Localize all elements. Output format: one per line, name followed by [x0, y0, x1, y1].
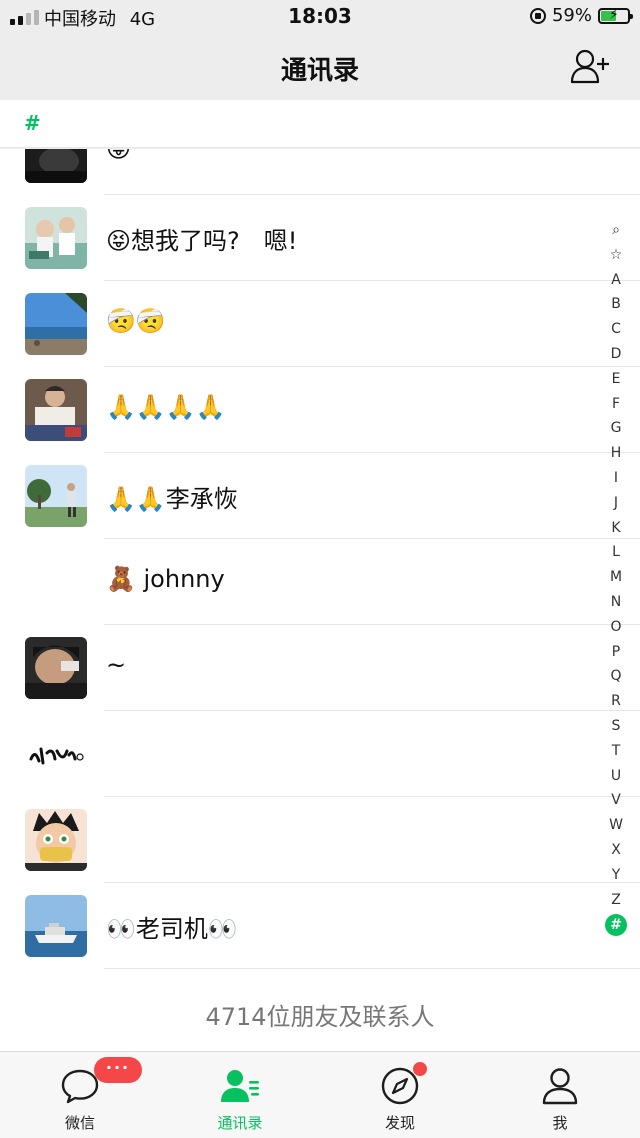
- index-letter[interactable]: X: [604, 838, 628, 863]
- unread-badge: ···: [94, 1057, 142, 1083]
- index-letter[interactable]: N: [604, 590, 628, 615]
- index-letter[interactable]: R: [604, 689, 628, 714]
- notification-dot: [413, 1062, 427, 1076]
- tab-label: 发现: [384, 1114, 415, 1132]
- tab-discover[interactable]: 发现: [320, 1052, 480, 1138]
- tab-bar: ··· 微信 通讯录 发现 我: [0, 1051, 640, 1138]
- contact-row[interactable]: 🙏🙏李承恢: [0, 453, 640, 539]
- contact-row[interactable]: 😝: [0, 149, 640, 195]
- avatar: [25, 723, 87, 785]
- index-letter[interactable]: U: [604, 764, 628, 789]
- contact-name: 🙏🙏🙏🙏: [106, 393, 226, 421]
- contact-row[interactable]: [0, 797, 640, 883]
- index-letter[interactable]: W: [604, 813, 628, 838]
- avatar: [25, 465, 87, 527]
- section-header: #: [0, 100, 640, 148]
- tab-chats[interactable]: ··· 微信: [0, 1052, 160, 1138]
- status-bar: 中国移动 4G 18:03 59% ⚡: [0, 0, 640, 34]
- contact-list[interactable]: 😝 😝想我了吗? 嗯! 🤕🤕 🙏🙏🙏🙏 🙏🙏李承恢 🧸 johnny ~ 👀老司…: [0, 149, 640, 973]
- contact-row[interactable]: 😝想我了吗? 嗯!: [0, 195, 640, 281]
- index-letter[interactable]: M: [604, 565, 628, 590]
- index-letter[interactable]: K: [604, 516, 628, 541]
- index-letter[interactable]: J: [604, 491, 628, 516]
- add-friend-icon[interactable]: [570, 48, 610, 84]
- index-letter[interactable]: V: [604, 788, 628, 813]
- person-icon: [542, 1068, 578, 1105]
- index-letter[interactable]: ⌕: [604, 218, 628, 243]
- avatar: [25, 207, 87, 269]
- contact-name: 😝: [106, 149, 132, 163]
- contact-row[interactable]: 🧸 johnny: [0, 539, 640, 625]
- contact-row[interactable]: [0, 711, 640, 797]
- index-letter[interactable]: F: [604, 392, 628, 417]
- tab-me[interactable]: 我: [480, 1052, 640, 1138]
- contacts-icon: [221, 1070, 259, 1102]
- contact-name: 🙏🙏李承恢: [106, 485, 238, 513]
- avatar: [25, 551, 87, 613]
- contact-row[interactable]: 🤕🤕: [0, 281, 640, 367]
- index-letter[interactable]: Z: [604, 888, 628, 913]
- contact-row[interactable]: 👀老司机👀: [0, 883, 640, 969]
- contact-name: 🤕🤕: [106, 307, 166, 335]
- contact-row[interactable]: ~: [0, 625, 640, 711]
- contact-name: ~: [106, 651, 127, 679]
- index-letter[interactable]: E: [604, 367, 628, 392]
- avatar: [25, 895, 87, 957]
- index-letter[interactable]: Q: [604, 664, 628, 689]
- avatar: [25, 637, 87, 699]
- index-letter[interactable]: S: [604, 714, 628, 739]
- contact-count: 4714位朋友及联系人: [0, 973, 640, 1051]
- contact-name: 👀老司机👀: [106, 915, 238, 943]
- index-letter[interactable]: Y: [604, 863, 628, 888]
- tab-label: 微信: [64, 1114, 95, 1132]
- index-letter[interactable]: A: [604, 268, 628, 293]
- index-letter[interactable]: L: [604, 540, 628, 565]
- contact-name: 😝想我了吗? 嗯!: [106, 227, 298, 255]
- page-title: 通讯录: [280, 56, 359, 86]
- battery-icon: ⚡: [598, 7, 633, 24]
- index-letter[interactable]: H: [604, 441, 628, 466]
- index-letter[interactable]: ☆: [604, 243, 628, 268]
- avatar: [25, 149, 87, 183]
- contact-row[interactable]: 🙏🙏🙏🙏: [0, 367, 640, 453]
- tab-contacts[interactable]: 通讯录: [160, 1052, 320, 1138]
- index-letter[interactable]: T: [604, 739, 628, 764]
- tab-label: 我: [552, 1114, 568, 1132]
- index-letter[interactable]: #: [605, 914, 627, 937]
- index-letter[interactable]: D: [604, 342, 628, 367]
- nav-bar: 通讯录: [0, 34, 640, 100]
- index-letter[interactable]: C: [604, 317, 628, 342]
- avatar: [25, 293, 87, 355]
- battery-percent: 59%: [551, 5, 592, 26]
- row-divider: [104, 968, 640, 969]
- tab-label: 通讯录: [217, 1114, 263, 1132]
- index-letter[interactable]: P: [604, 640, 628, 665]
- index-letter[interactable]: B: [604, 292, 628, 317]
- index-letter[interactable]: O: [604, 615, 628, 640]
- avatar: [25, 809, 87, 871]
- contact-name: 🧸 johnny: [106, 565, 225, 593]
- section-letter: #: [24, 111, 41, 135]
- index-letter[interactable]: I: [604, 466, 628, 491]
- index-letter[interactable]: G: [604, 416, 628, 441]
- avatar: [25, 379, 87, 441]
- alphabet-index-bar[interactable]: ⌕ ☆ A B C D E F G H I J K L M N O P Q R S T U V W X Y Z #: [600, 218, 632, 937]
- orientation-lock-icon: [529, 7, 546, 24]
